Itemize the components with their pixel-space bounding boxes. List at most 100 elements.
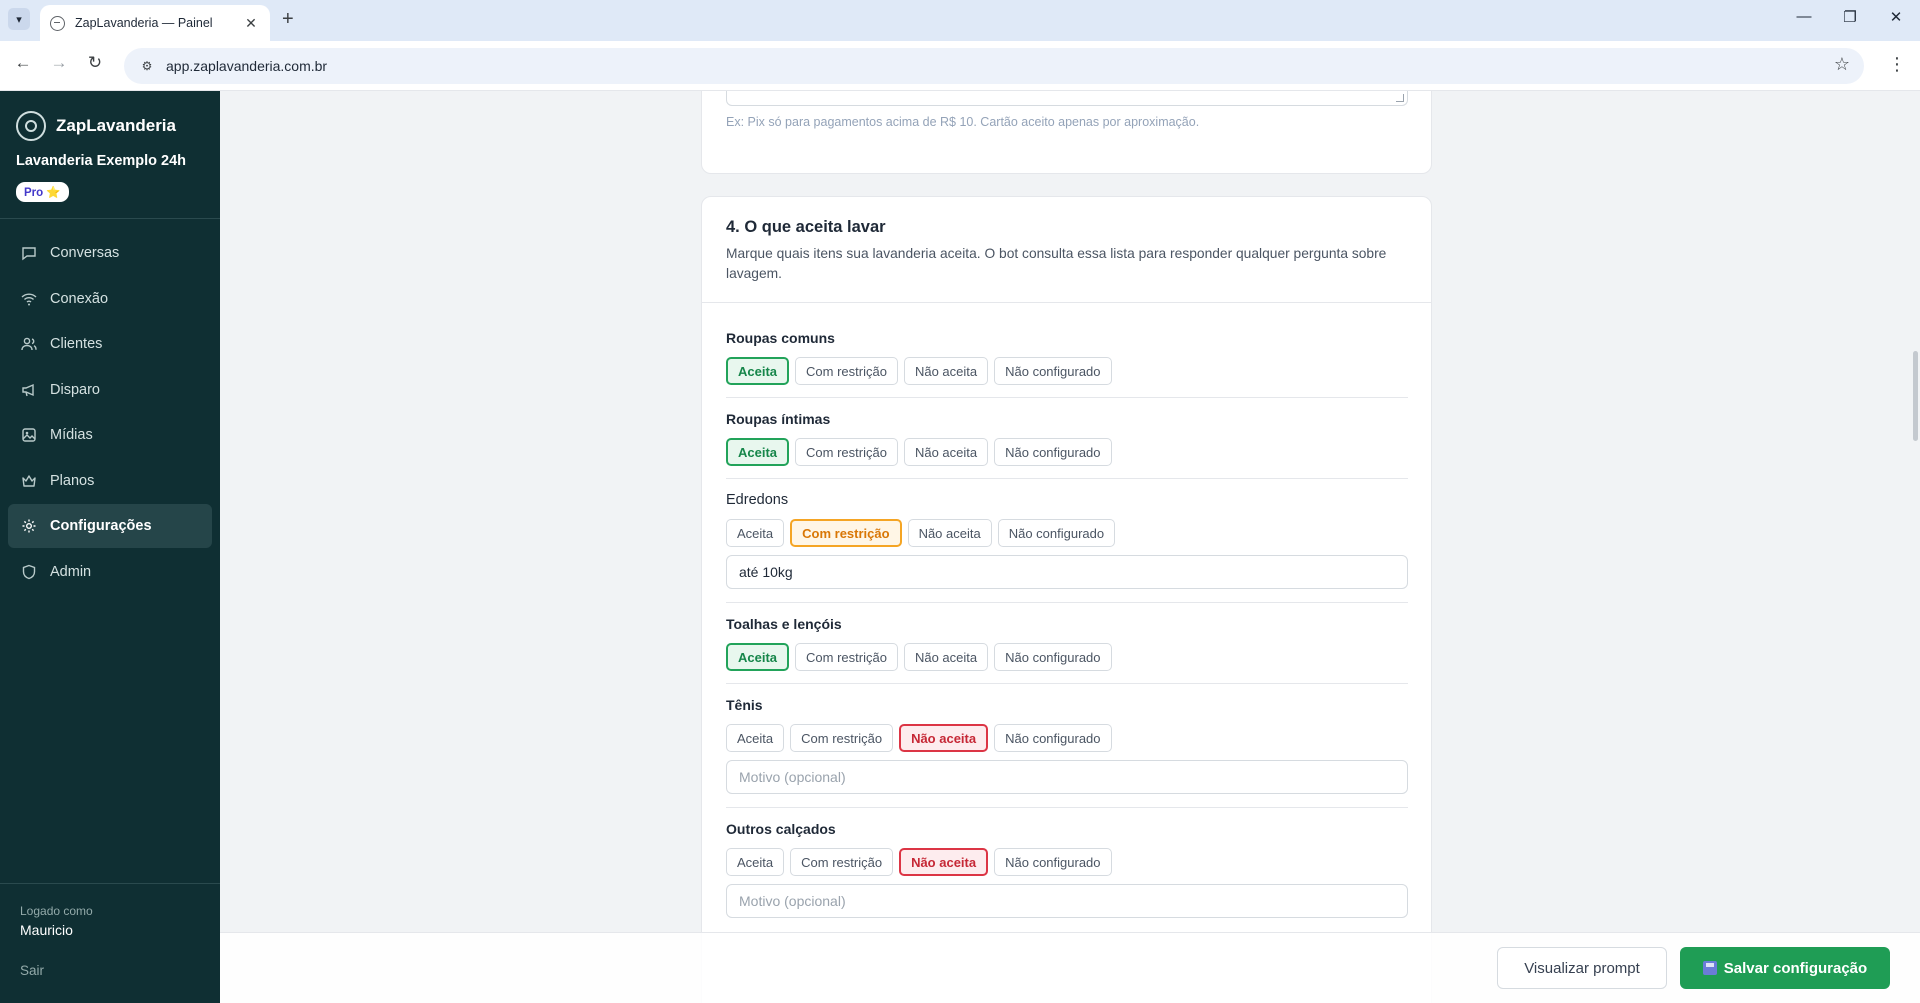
option-com-restricao[interactable]: Com restrição — [790, 848, 894, 876]
option-aceita[interactable]: Aceita — [726, 438, 790, 466]
option-nao-aceita[interactable]: Não aceita — [903, 438, 989, 466]
brand-name: ZapLavanderia — [56, 116, 176, 135]
page-scrollbar[interactable] — [1910, 91, 1920, 1003]
option-com-restricao[interactable]: Com restrição — [795, 643, 898, 671]
sidebar-footer-divider — [0, 883, 220, 884]
close-window-button[interactable]: ✕ — [1876, 8, 1916, 26]
wash-item-toalhas: Toalhas e lençóis Aceita Com restrição N… — [726, 616, 1408, 671]
brand[interactable]: ZapLavanderia — [16, 111, 176, 141]
browser-tab[interactable]: ZapLavanderia — Painel ✕ — [40, 5, 270, 41]
wash-item-roupas-comuns: Roupas comuns Aceita Com restrição Não a… — [726, 330, 1408, 385]
item-label: Roupas íntimas — [726, 411, 831, 427]
item-label: Edredons — [726, 492, 789, 508]
bookmark-star-icon[interactable]: ☆ — [1834, 54, 1850, 75]
reason-input[interactable] — [726, 884, 1408, 918]
browser-tab-bar: ▾ ZapLavanderia — Painel ✕ + — ❐ ✕ — [0, 0, 1920, 41]
scrollbar-thumb[interactable] — [1913, 351, 1918, 441]
option-nao-configurado[interactable]: Não configurado — [994, 848, 1112, 876]
option-nao-configurado[interactable]: Não configurado — [994, 724, 1112, 752]
option-com-restricao[interactable]: Com restrição — [795, 438, 898, 466]
item-label: Roupas comuns — [726, 330, 835, 346]
option-nao-configurado[interactable]: Não configurado — [994, 357, 1112, 385]
wifi-icon — [20, 290, 38, 308]
payment-notes-textarea[interactable] — [726, 91, 1408, 106]
sidebar-item-label: Admin — [50, 563, 92, 580]
sidebar-item-admin[interactable]: Admin — [8, 550, 212, 594]
option-nao-configurado[interactable]: Não configurado — [997, 519, 1116, 547]
gear-icon — [20, 517, 38, 535]
tab-search-button[interactable]: ▾ — [8, 8, 30, 30]
payment-card: Ex: Pix só para pagamentos acima de R$ 1… — [701, 91, 1432, 174]
sidebar: ZapLavanderia Lavanderia Exemplo 24h Pro… — [0, 91, 220, 1003]
logged-as-label: Logado como — [20, 904, 93, 918]
option-nao-configurado[interactable]: Não configurado — [994, 438, 1112, 466]
sidebar-item-disparo[interactable]: Disparo — [8, 368, 212, 412]
browser-menu-icon[interactable]: ⋮ — [1888, 54, 1906, 75]
option-com-restricao[interactable]: Com restrição — [795, 357, 898, 385]
save-config-button[interactable]: Salvar configuração — [1680, 947, 1890, 989]
users-icon — [20, 335, 38, 353]
sidebar-item-midias[interactable]: Mídias — [8, 413, 212, 457]
item-divider — [726, 478, 1408, 479]
media-icon — [20, 426, 38, 444]
new-tab-button[interactable]: + — [282, 9, 294, 29]
option-group: Aceita Com restrição Não aceita Não conf… — [726, 357, 1408, 385]
option-aceita[interactable]: Aceita — [726, 724, 785, 752]
shield-icon — [20, 563, 38, 581]
preview-prompt-button[interactable]: Visualizar prompt — [1497, 947, 1667, 989]
section-divider — [702, 302, 1431, 303]
option-com-restricao[interactable]: Com restrição — [790, 724, 894, 752]
option-aceita[interactable]: Aceita — [726, 848, 785, 876]
sidebar-item-label: Clientes — [50, 336, 103, 352]
option-nao-aceita[interactable]: Não aceita — [899, 848, 989, 876]
address-bar[interactable]: ⚙ app.zaplavanderia.com.br ☆ — [124, 48, 1864, 84]
section-title: 4. O que aceita lavar — [726, 218, 886, 236]
restriction-input[interactable] — [726, 555, 1408, 589]
tab-close-icon[interactable]: ✕ — [242, 15, 260, 32]
save-config-label: Salvar configuração — [1723, 959, 1868, 977]
forward-button[interactable]: → — [46, 53, 72, 73]
item-label: Tênis — [726, 697, 763, 713]
sidebar-item-label: Configurações — [50, 518, 152, 534]
laundry-name: Lavanderia Exemplo 24h — [16, 153, 187, 169]
sidebar-item-conexao[interactable]: Conexão — [8, 277, 212, 321]
option-nao-aceita[interactable]: Não aceita — [907, 519, 992, 547]
item-label: Toalhas e lençóis — [726, 616, 842, 632]
restore-button[interactable]: ❐ — [1830, 8, 1870, 26]
crown-icon — [20, 472, 38, 490]
option-group: Aceita Com restrição Não aceita Não conf… — [726, 643, 1408, 671]
sidebar-item-configuracoes[interactable]: Configurações — [8, 504, 212, 548]
option-com-restricao[interactable]: Com restrição — [790, 519, 902, 547]
logout-link[interactable]: Sair — [20, 963, 44, 978]
sidebar-item-clientes[interactable]: Clientes — [8, 322, 212, 366]
url-text: app.zaplavanderia.com.br — [166, 58, 328, 74]
reason-input[interactable] — [726, 760, 1408, 794]
sidebar-item-label: Conexão — [50, 290, 109, 307]
minimize-button[interactable]: — — [1784, 8, 1824, 25]
logged-user-name: Mauricio — [20, 922, 73, 938]
wash-item-outros-calcados: Outros calçados Aceita Com restrição Não… — [726, 821, 1408, 918]
back-button[interactable]: ← — [10, 53, 36, 73]
sidebar-item-label: Mídias — [50, 427, 93, 443]
wash-item-tenis: Tênis Aceita Com restrição Não aceita Nã… — [726, 697, 1408, 794]
sidebar-item-label: Disparo — [50, 381, 100, 398]
option-nao-aceita[interactable]: Não aceita — [903, 643, 989, 671]
reload-button[interactable]: ↻ — [82, 53, 108, 73]
option-nao-aceita[interactable]: Não aceita — [903, 357, 989, 385]
option-aceita[interactable]: Aceita — [726, 357, 790, 385]
item-divider — [726, 397, 1408, 398]
chevron-down-icon: ▾ — [16, 13, 22, 26]
site-settings-icon[interactable]: ⚙ — [132, 59, 162, 73]
browser-toolbar: ← → ↻ ⚙ app.zaplavanderia.com.br ☆ ⋮ — [0, 41, 1920, 91]
sidebar-item-planos[interactable]: Planos — [8, 459, 212, 503]
option-nao-aceita[interactable]: Não aceita — [899, 724, 989, 752]
sidebar-item-conversas[interactable]: Conversas — [8, 231, 212, 275]
option-aceita[interactable]: Aceita — [726, 519, 785, 547]
sidebar-item-label: Conversas — [50, 245, 120, 261]
sidebar-nav: Conversas Conexão Clientes Disparo Mídia… — [8, 231, 212, 595]
option-aceita[interactable]: Aceita — [726, 643, 790, 671]
tab-title: ZapLavanderia — Painel — [75, 16, 213, 30]
option-group: Aceita Com restrição Não aceita Não conf… — [726, 438, 1408, 466]
option-nao-configurado[interactable]: Não configurado — [994, 643, 1112, 671]
main-content: Ex: Pix só para pagamentos acima de R$ 1… — [220, 91, 1920, 1003]
